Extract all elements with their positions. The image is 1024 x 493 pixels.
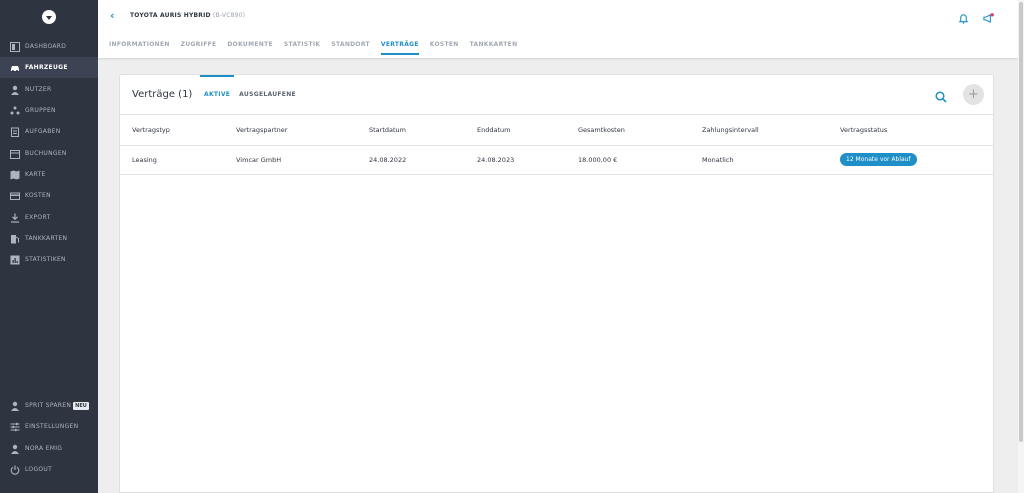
scrollbar-thumb[interactable] (1019, 2, 1023, 442)
megaphone-icon[interactable] (983, 9, 994, 28)
sidebar-item-label: GRUPPEN (25, 107, 56, 114)
user-icon (10, 444, 20, 454)
sidebar-item-label: FAHRZEUGE (25, 64, 68, 71)
sidebar-item-label: NUTZER (25, 86, 52, 93)
sidebar-item-label: EXPORT (25, 214, 51, 221)
header-actions (958, 9, 994, 28)
table-cell: 24.08.2022 (357, 145, 465, 175)
search-icon[interactable] (935, 88, 947, 103)
add-contract-button[interactable]: + (963, 84, 984, 105)
table-cell: Vimcar GmbH (224, 145, 357, 175)
sidebar-item-profile[interactable]: NORA EMIG (0, 438, 98, 459)
contract-filter-tabs: AKTIVE AUSGELAUFENE (200, 75, 301, 115)
sidebar-item-kosten[interactable]: KOSTEN (0, 185, 98, 206)
table-cell: 24.08.2023 (465, 145, 566, 175)
sidebar-item-label: KOSTEN (25, 192, 51, 199)
vehicle-title: TOYOTA AURIS HYBRID (B-VC890) (130, 12, 245, 19)
sidebar-item-statistiken[interactable]: STATISTIKEN (0, 249, 98, 270)
sidebar-item-buchungen[interactable]: BUCHUNGEN (0, 143, 98, 164)
sidebar-item-label: SPRIT SPAREN (25, 402, 72, 409)
status-badge: 12 Monate vor Ablauf (840, 153, 917, 166)
tab-zugriffe[interactable]: ZUGRIFFE (181, 41, 217, 55)
new-badge: NEU (73, 401, 89, 410)
chart-icon (10, 255, 20, 264)
sidebar-item-label: KARTE (25, 171, 46, 178)
license-plate: (B-VC890) (213, 12, 246, 19)
plus-icon: + (968, 87, 979, 102)
sidebar-item-einstellungen[interactable]: EINSTELLUNGEN (0, 416, 98, 437)
fuel-icon (10, 234, 20, 243)
sidebar-item-sprit-sparen[interactable]: SPRIT SPAREN NEU (0, 395, 98, 416)
download-icon (10, 213, 20, 223)
calendar-icon (10, 149, 20, 159)
tab-tankkarten[interactable]: TANKKARTEN (470, 41, 518, 55)
sidebar-item-karte[interactable]: KARTE (0, 164, 98, 185)
table-cell: 18.000,00 € (566, 145, 690, 175)
scrollbar[interactable] (1018, 0, 1024, 493)
sidebar-item-dashboard[interactable]: DASHBOARD (0, 36, 98, 57)
sidebar-item-label: NORA EMIG (25, 445, 63, 452)
sidebar-item-tankkarten[interactable]: TANKKARTEN (0, 228, 98, 249)
sidebar-item-label: EINSTELLUNGEN (25, 423, 79, 430)
table-cell: Leasing (120, 145, 224, 175)
sidebar-item-fahrzeuge[interactable]: FAHRZEUGE (0, 57, 98, 78)
sidebar-item-label: LOGOUT (25, 466, 53, 473)
sidebar-item-logout[interactable]: LOGOUT (0, 459, 98, 480)
car-icon (10, 63, 20, 72)
tab-aktive[interactable]: AKTIVE (200, 75, 235, 115)
column-header: Vertragsstatus (828, 115, 993, 146)
tab-dokumente[interactable]: DOKUMENTE (227, 41, 272, 55)
sidebar-item-label: AUFGABEN (25, 128, 61, 135)
contracts-card: Verträge (1) AKTIVE AUSGELAUFENE + Vertr… (119, 74, 994, 493)
sidebar-item-gruppen[interactable]: GRUPPEN (0, 100, 98, 121)
column-header: Vertragspartner (224, 115, 357, 146)
user-icon (10, 401, 20, 411)
tab-statistik[interactable]: STATISTIK (284, 41, 320, 55)
tab-standort[interactable]: STANDORT (331, 41, 370, 55)
groups-icon (10, 106, 20, 115)
tasks-icon (10, 127, 20, 137)
credit-card-icon (10, 191, 20, 200)
table-row[interactable]: Leasing Vimcar GmbH 24.08.2022 24.08.202… (120, 145, 993, 175)
sidebar-item-label: STATISTIKEN (25, 256, 66, 263)
vehicle-header: ‹ TOYOTA AURIS HYBRID (B-VC890) INFORMAT… (98, 0, 1018, 58)
bell-icon[interactable] (958, 9, 969, 28)
column-header: Zahlungsintervall (690, 115, 828, 146)
vehicle-name: TOYOTA AURIS HYBRID (130, 12, 211, 19)
column-header: Startdatum (357, 115, 465, 146)
contracts-card-header: Verträge (1) AKTIVE AUSGELAUFENE + (120, 75, 993, 115)
sidebar-item-aufgaben[interactable]: AUFGABEN (0, 121, 98, 142)
logo-icon[interactable] (42, 10, 56, 24)
tab-ausgelaufene[interactable]: AUSGELAUFENE (235, 75, 300, 115)
contracts-title: Verträge (1) (132, 89, 193, 100)
vehicle-tabs: INFORMATIONEN ZUGRIFFE DOKUMENTE STATIST… (109, 41, 517, 55)
tab-informationen[interactable]: INFORMATIONEN (109, 41, 170, 55)
sliders-icon (10, 422, 20, 431)
sidebar-item-label: TANKKARTEN (25, 235, 68, 242)
back-arrow-icon[interactable]: ‹ (110, 9, 115, 22)
column-header: Vertragstyp (120, 115, 224, 146)
sidebar-item-nutzer[interactable]: NUTZER (0, 79, 98, 100)
contracts-table: Vertragstyp Vertragspartner Startdatum E… (120, 115, 993, 175)
table-header-row: Vertragstyp Vertragspartner Startdatum E… (120, 115, 993, 146)
sidebar-item-export[interactable]: EXPORT (0, 207, 98, 228)
tab-kosten[interactable]: KOSTEN (430, 41, 459, 55)
sidebar-item-label: DASHBOARD (25, 43, 67, 50)
column-header: Enddatum (465, 115, 566, 146)
sidebar-item-label: BUCHUNGEN (25, 150, 67, 157)
table-cell: Monatlich (690, 145, 828, 175)
dashboard-icon (10, 41, 20, 52)
map-icon (10, 170, 20, 179)
tab-vertraege[interactable]: VERTRÄGE (380, 41, 419, 55)
sidebar: DASHBOARD FAHRZEUGE NUTZER GRUPPEN AUFGA… (0, 0, 98, 493)
user-icon (10, 85, 20, 95)
column-header: Gesamtkosten (566, 115, 690, 146)
power-icon (10, 465, 20, 475)
table-cell: 12 Monate vor Ablauf (828, 145, 993, 175)
